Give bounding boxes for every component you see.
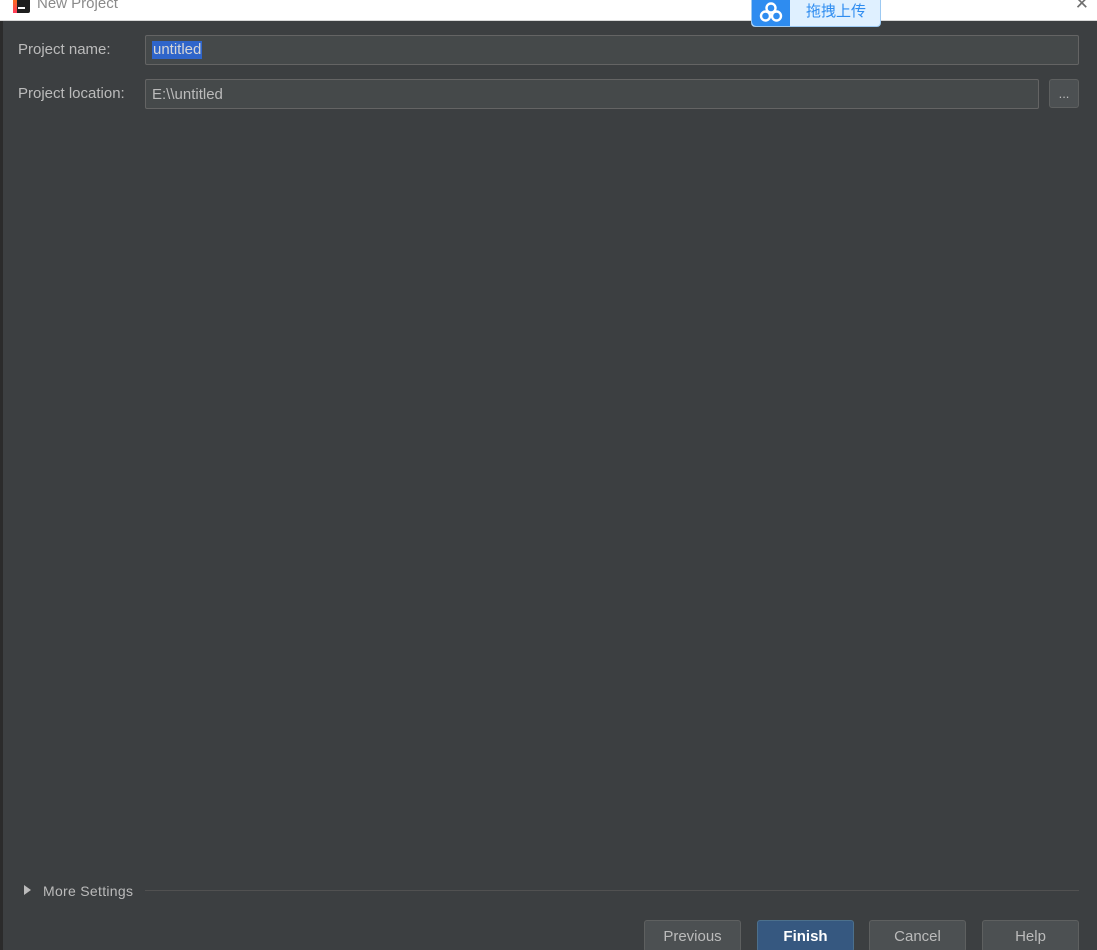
drag-upload-label: 拖拽上传	[806, 3, 867, 20]
cloud-logo-svg	[759, 2, 783, 22]
more-settings-divider	[145, 890, 1079, 891]
finish-button[interactable]: Finish	[757, 920, 854, 950]
expand-triangle-icon	[24, 885, 31, 895]
window-title: New Project	[37, 0, 118, 12]
project-location-field[interactable]	[145, 79, 1039, 109]
project-location-label: Project location:	[18, 85, 125, 102]
help-button[interactable]: Help	[982, 920, 1079, 950]
project-name-value[interactable]: untitled	[152, 41, 203, 59]
more-settings-label: More Settings	[43, 883, 134, 899]
title-bar[interactable]: New Project ✕	[0, 0, 1097, 21]
drag-upload-widget[interactable]: 拖拽上传	[751, 0, 881, 27]
browse-location-button[interactable]: ...	[1049, 79, 1079, 108]
project-name-label: Project name:	[18, 41, 111, 58]
cancel-button[interactable]: Cancel	[869, 920, 966, 950]
new-project-dialog: New Project ✕ 拖拽上传 Project name: untitle…	[0, 0, 1097, 950]
close-icon[interactable]: ✕	[1075, 0, 1089, 12]
left-window-edge	[0, 0, 3, 950]
project-name-field[interactable]: untitled	[145, 35, 1079, 65]
cloud-logo-icon	[752, 0, 790, 26]
intellij-app-icon	[13, 0, 30, 13]
previous-button[interactable]: Previous	[644, 920, 741, 950]
project-location-input[interactable]	[146, 80, 1038, 108]
